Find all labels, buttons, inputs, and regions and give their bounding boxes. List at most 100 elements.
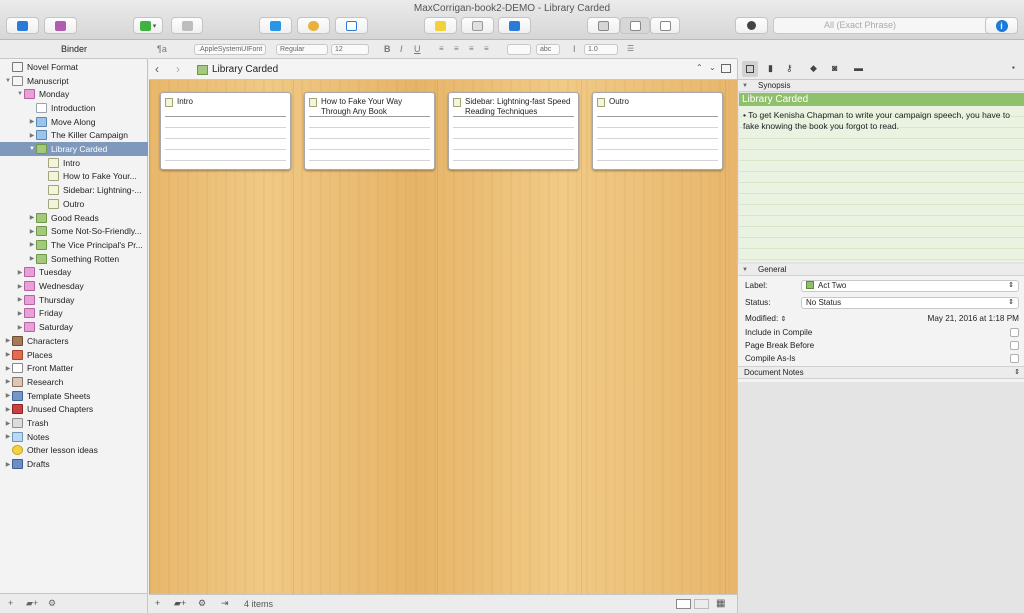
disclosure-triangle-icon[interactable]: ▼: [28, 146, 36, 152]
align-center-button[interactable]: ≡: [454, 44, 459, 53]
synopsis-title[interactable]: Library Carded: [739, 93, 1024, 106]
binder-settings-button[interactable]: ⚙: [48, 598, 56, 609]
inspector-toggle-button[interactable]: i: [985, 17, 1018, 34]
add-folder-card-button[interactable]: ▰+: [174, 598, 186, 609]
bold-button[interactable]: B: [384, 44, 391, 54]
disclosure-triangle-icon[interactable]: ▶: [16, 269, 24, 276]
view-scrivenings-button[interactable]: [587, 17, 620, 34]
justify-button[interactable]: ≡: [484, 44, 489, 53]
disclosure-triangle-icon[interactable]: ▼: [4, 78, 12, 84]
compile-button[interactable]: [498, 17, 531, 34]
corkboard-mode-button[interactable]: [676, 599, 691, 609]
binder-toggle-button[interactable]: [6, 17, 39, 34]
binder-item[interactable]: ▶ The Killer Campaign: [0, 129, 148, 143]
binder-item[interactable]: ▶ Characters: [0, 334, 148, 348]
binder-item[interactable]: ▼ Library Carded: [0, 142, 148, 156]
disclosure-triangle-icon[interactable]: ▶: [16, 283, 24, 290]
add-button[interactable]: ▾: [133, 17, 163, 34]
lock-icon[interactable]: ▪: [1012, 63, 1015, 72]
bookmark-icon[interactable]: ▮: [768, 63, 773, 74]
synopsis-header[interactable]: ▼ Synopsis: [738, 80, 1024, 92]
add-folder-button[interactable]: ▰+: [26, 598, 38, 609]
binder-item[interactable]: ▶ Friday: [0, 307, 148, 321]
binder-item[interactable]: ▶ Front Matter: [0, 361, 148, 375]
font-size-select[interactable]: 12: [331, 44, 369, 55]
disclosure-triangle-icon[interactable]: ▶: [4, 337, 12, 344]
binder-item[interactable]: ▶ Tuesday: [0, 266, 148, 280]
card-synopsis[interactable]: [309, 116, 430, 169]
quick-reference-button[interactable]: [259, 17, 292, 34]
disclosure-triangle-icon[interactable]: ▶: [4, 365, 12, 372]
highlight-select[interactable]: abc: [536, 44, 560, 55]
go-to-icon[interactable]: ⇥: [221, 598, 229, 609]
text-color-select[interactable]: [507, 44, 531, 55]
settings-icon[interactable]: ⚙: [198, 598, 206, 609]
binder-item[interactable]: ▶ The Vice Principal's Pr...: [0, 238, 148, 252]
disclosure-triangle-icon[interactable]: ▶: [28, 118, 36, 125]
binder-item[interactable]: ▶ Something Rotten: [0, 252, 148, 266]
disclosure-triangle-icon[interactable]: ▶: [28, 214, 36, 221]
disclosure-triangle-icon[interactable]: ▶: [28, 228, 36, 235]
split-editor-icon[interactable]: [721, 64, 731, 73]
index-card[interactable]: Intro: [160, 92, 291, 170]
binder-item[interactable]: ▶ Places: [0, 348, 148, 362]
binder-item[interactable]: ▶ Template Sheets: [0, 389, 148, 403]
back-button[interactable]: ‹: [155, 62, 159, 76]
line-spacing-select[interactable]: 1.0: [584, 44, 618, 55]
disclosure-triangle-icon[interactable]: ▶: [4, 351, 12, 358]
modified-field-label[interactable]: Modified: ⇕: [745, 314, 786, 323]
forward-button[interactable]: ›: [176, 62, 180, 76]
binder-item[interactable]: ▼ Manuscript: [0, 74, 148, 88]
document-notes-header[interactable]: Document Notes ⇕: [738, 366, 1024, 379]
binder-item[interactable]: Outro: [0, 197, 148, 211]
binder-item[interactable]: ▶ Move Along: [0, 115, 148, 129]
disclosure-triangle-icon[interactable]: ▶: [16, 296, 24, 303]
comment-icon[interactable]: ▬: [854, 63, 863, 73]
paragraph-style-button[interactable]: ¶a: [157, 44, 167, 54]
binder-item[interactable]: Introduction: [0, 101, 148, 115]
include-compile-checkbox[interactable]: [1010, 328, 1019, 337]
chevron-down-icon[interactable]: ⌄: [709, 63, 716, 72]
layout-button[interactable]: [461, 17, 494, 34]
binder-item[interactable]: ▶ Research: [0, 375, 148, 389]
card-title-row[interactable]: Sidebar: Lightning-fast Speed Reading Te…: [453, 97, 574, 117]
disclosure-triangle-icon[interactable]: ▶: [4, 378, 12, 385]
binder-item[interactable]: ▶ Notes: [0, 430, 148, 444]
binder-item[interactable]: How to Fake Your...: [0, 170, 148, 184]
compile-as-is-checkbox[interactable]: [1010, 354, 1019, 363]
collections-button[interactable]: [44, 17, 77, 34]
disclosure-triangle-icon[interactable]: ▶: [4, 420, 12, 427]
disclosure-triangle-icon[interactable]: ▶: [16, 324, 24, 331]
binder-item[interactable]: Intro: [0, 156, 148, 170]
binder-item[interactable]: ▶ Saturday: [0, 320, 148, 334]
font-weight-select[interactable]: Regular: [276, 44, 328, 55]
card-title-row[interactable]: How to Fake Your Way Through Any Book: [309, 97, 430, 117]
align-right-button[interactable]: ≡: [469, 44, 474, 53]
page-break-checkbox[interactable]: [1010, 341, 1019, 350]
card-synopsis[interactable]: [165, 116, 286, 169]
index-card[interactable]: Outro: [592, 92, 723, 170]
tag-icon[interactable]: ◆: [810, 63, 817, 74]
underline-button[interactable]: U: [414, 44, 421, 54]
card-title-row[interactable]: Intro: [165, 97, 286, 117]
key-icon[interactable]: ⚷: [786, 63, 793, 74]
binder-item[interactable]: Novel Format: [0, 60, 148, 74]
binder-item[interactable]: ▶ Unused Chapters: [0, 403, 148, 417]
search-input[interactable]: All (Exact Phrase): [773, 17, 1017, 34]
card-title-row[interactable]: Outro: [597, 97, 718, 117]
keywords-button[interactable]: [297, 17, 330, 34]
disclosure-triangle-icon[interactable]: ▶: [28, 132, 36, 139]
index-card[interactable]: Sidebar: Lightning-fast Speed Reading Te…: [448, 92, 579, 170]
disclosure-triangle-icon[interactable]: ▶: [16, 310, 24, 317]
disclosure-triangle-icon[interactable]: ▼: [16, 91, 24, 97]
quick-search-button[interactable]: [735, 17, 768, 34]
comment-button[interactable]: [424, 17, 457, 34]
binder-item[interactable]: ▼ Monday: [0, 87, 148, 101]
binder-item[interactable]: ▶ Wednesday: [0, 279, 148, 293]
card-synopsis[interactable]: [453, 116, 574, 169]
disclosure-triangle-icon[interactable]: ▶: [4, 433, 12, 440]
binder-item[interactable]: ▶ Some Not-So-Friendly...: [0, 224, 148, 238]
camera-icon[interactable]: ◙: [832, 63, 837, 73]
grid-size-icon[interactable]: ▦: [716, 598, 725, 609]
list-button[interactable]: ☰: [627, 44, 634, 53]
